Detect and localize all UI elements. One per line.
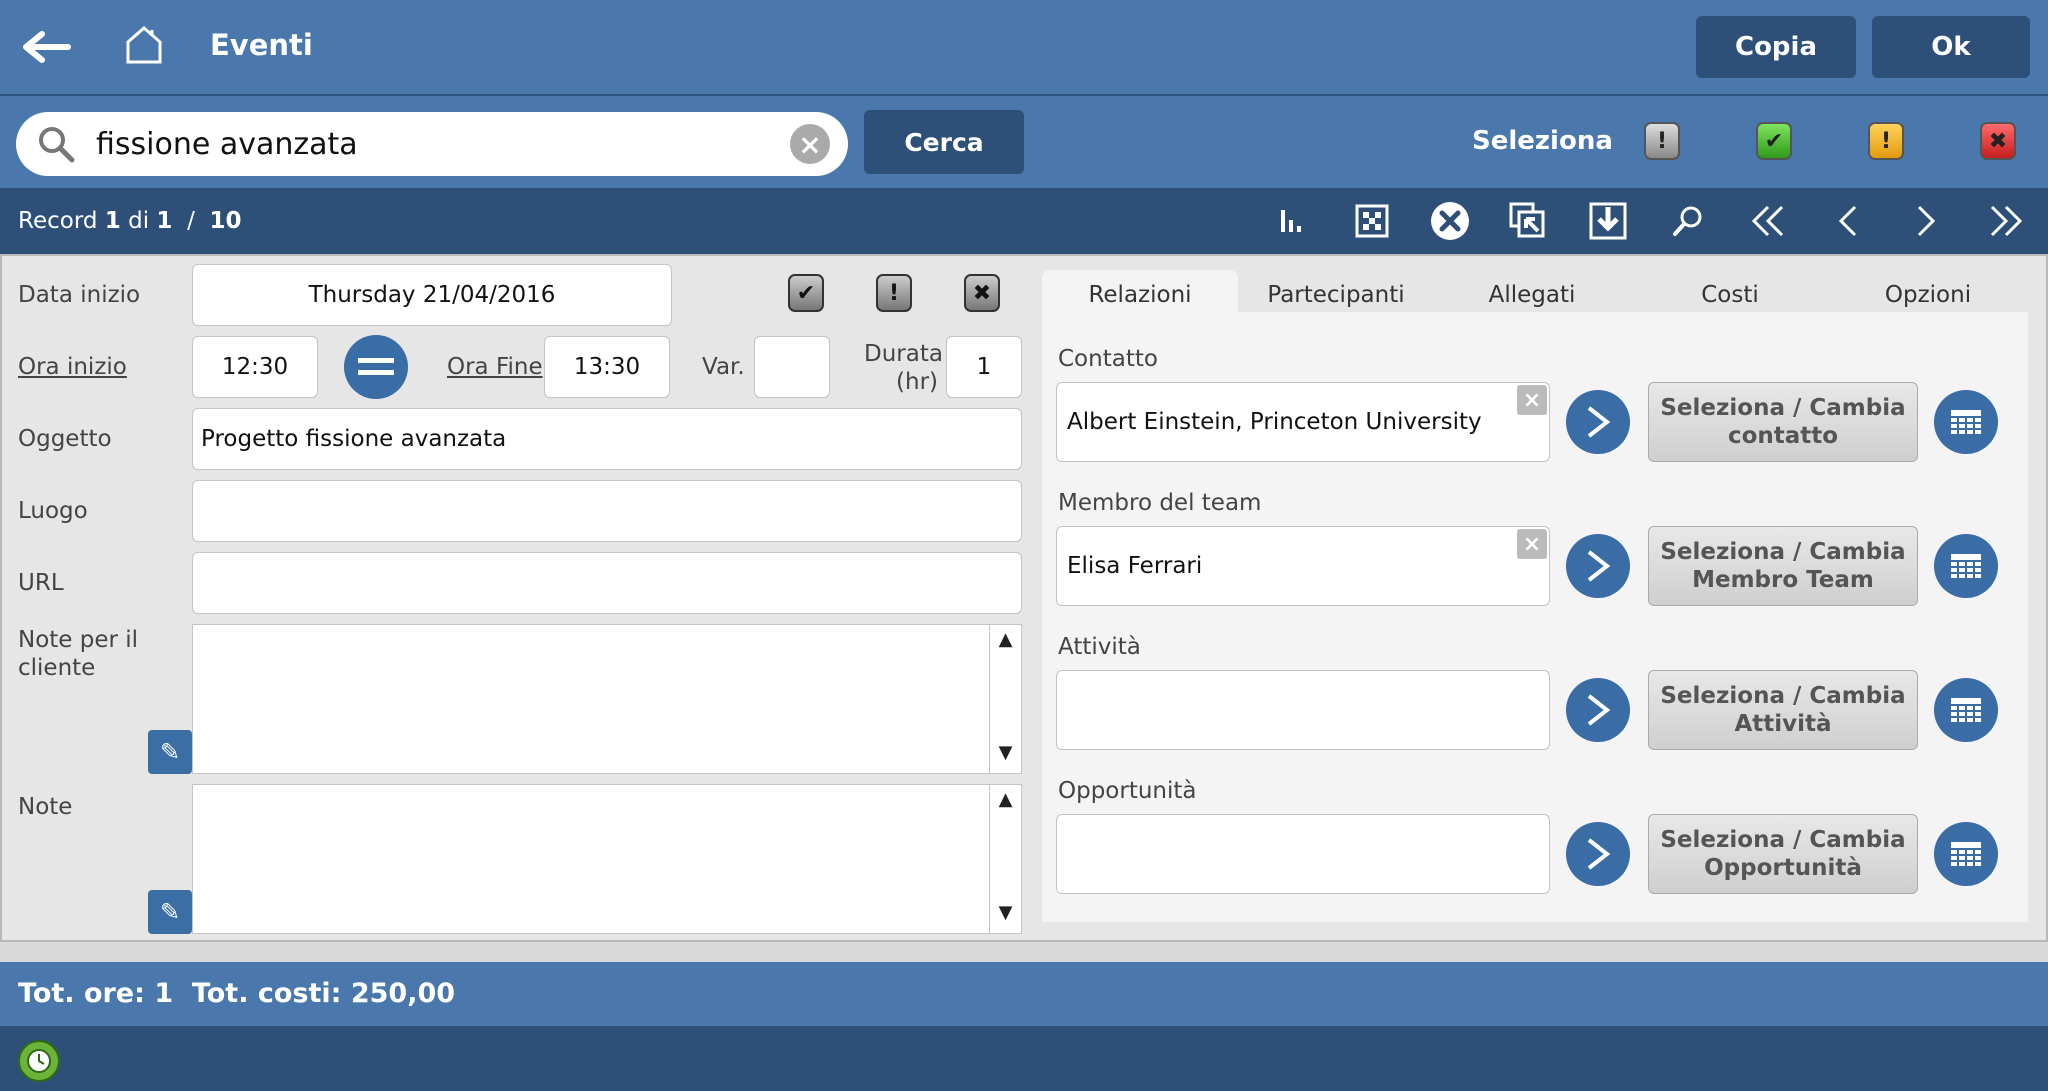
first-page-icon[interactable] xyxy=(1746,200,1790,242)
start-time-label[interactable]: Ora inizio xyxy=(18,354,127,380)
clear-search-icon[interactable]: × xyxy=(790,124,830,164)
select-label: Seleziona xyxy=(1472,126,1613,156)
select-opportunity-button[interactable]: Seleziona / Cambia Opportunità xyxy=(1648,814,1918,894)
select-team-member-button[interactable]: Seleziona / Cambia Membro Team xyxy=(1648,526,1918,606)
open-contact-button[interactable] xyxy=(1566,390,1630,454)
variation-label: Var. xyxy=(702,354,745,380)
start-date-field[interactable]: Thursday 21/04/2016 xyxy=(192,264,672,326)
duration-label: Durata (hr) xyxy=(864,341,943,395)
chart-icon[interactable] xyxy=(1270,200,1314,242)
activity-calendar-icon[interactable] xyxy=(1934,678,1998,742)
back-arrow-icon[interactable] xyxy=(22,24,72,70)
team-member-calendar-icon[interactable] xyxy=(1934,534,1998,598)
download-icon[interactable] xyxy=(1586,200,1630,242)
qr-code-icon[interactable] xyxy=(1350,200,1394,242)
filter-neutral-icon[interactable]: ! xyxy=(1644,122,1680,160)
search-record-icon[interactable] xyxy=(1666,200,1710,242)
status-warning-icon[interactable]: ! xyxy=(876,274,912,312)
notes-scrollbar[interactable]: ▲ ▼ xyxy=(989,785,1021,933)
totals-text: Tot. ore: 1 Tot. costi: 250,00 xyxy=(18,978,456,1009)
subject-field[interactable]: Progetto fissione avanzata xyxy=(192,408,1022,470)
edit-notes-icon[interactable]: ✎ xyxy=(148,890,192,934)
status-cancelled-icon[interactable]: ✖ xyxy=(964,274,1000,312)
url-label: URL xyxy=(18,570,64,596)
notes-label: Note xyxy=(18,794,73,820)
next-page-icon[interactable] xyxy=(1904,200,1948,242)
end-time-label[interactable]: Ora Fine xyxy=(447,354,543,380)
opportunity-field[interactable] xyxy=(1056,814,1550,894)
search-bar: × Cerca Seleziona ! ✔ ! ✖ xyxy=(0,96,2048,188)
filter-cancelled-icon[interactable]: ✖ xyxy=(1980,122,2016,160)
scroll-up-icon[interactable]: ▲ xyxy=(990,789,1021,810)
contact-value: Albert Einstein, Princeton University xyxy=(1067,409,1482,435)
client-notes-textarea[interactable]: ▲ ▼ xyxy=(192,624,1022,774)
end-time-field[interactable]: 13:30 xyxy=(544,336,670,398)
start-time-field[interactable]: 12:30 xyxy=(192,336,318,398)
clear-contact-icon[interactable]: × xyxy=(1517,385,1547,415)
opportunity-label: Opportunità xyxy=(1058,778,1197,804)
record-bar: Record 1 di 1 / 10 xyxy=(0,188,2048,254)
search-input[interactable] xyxy=(96,120,776,168)
search-icon xyxy=(36,124,76,164)
cancel-circle-icon[interactable] xyxy=(1428,200,1472,242)
scroll-down-icon[interactable]: ▼ xyxy=(990,742,1021,763)
edit-client-notes-icon[interactable]: ✎ xyxy=(148,730,192,774)
filter-warning-icon[interactable]: ! xyxy=(1868,122,1904,160)
page-title: Eventi xyxy=(210,28,313,62)
clock-icon[interactable] xyxy=(18,1040,60,1082)
team-member-label: Membro del team xyxy=(1058,490,1262,516)
top-bar: Eventi Copia Ok xyxy=(0,0,2048,96)
equals-icon[interactable] xyxy=(344,335,408,399)
location-label: Luogo xyxy=(18,498,88,524)
contact-calendar-icon[interactable] xyxy=(1934,390,1998,454)
record-counter: Record 1 di 1 / 10 xyxy=(18,208,242,234)
scroll-up-icon[interactable]: ▲ xyxy=(990,629,1021,650)
activity-field[interactable] xyxy=(1056,670,1550,750)
select-window-icon[interactable] xyxy=(1506,200,1550,242)
client-notes-label: Note per il cliente xyxy=(18,627,139,681)
url-field[interactable] xyxy=(192,552,1022,614)
start-date-label: Data inizio xyxy=(18,282,141,308)
activity-label: Attività xyxy=(1058,634,1141,660)
filter-done-icon[interactable]: ✔ xyxy=(1756,122,1792,160)
select-activity-button[interactable]: Seleziona / Cambia Attività xyxy=(1648,670,1918,750)
open-opportunity-button[interactable] xyxy=(1566,822,1630,886)
bottom-bar xyxy=(0,1026,2048,1091)
location-field[interactable] xyxy=(192,480,1022,542)
totals-bar: Tot. ore: 1 Tot. costi: 250,00 xyxy=(0,962,2048,1026)
ok-button[interactable]: Ok xyxy=(1872,16,2030,78)
copy-button[interactable]: Copia xyxy=(1696,16,1856,78)
select-contact-button[interactable]: Seleziona / Cambia contatto xyxy=(1648,382,1918,462)
contact-label: Contatto xyxy=(1058,346,1158,372)
duration-field[interactable]: 1 xyxy=(946,336,1022,398)
last-page-icon[interactable] xyxy=(1984,200,2028,242)
team-member-value: Elisa Ferrari xyxy=(1067,553,1203,579)
contact-field[interactable]: Albert Einstein, Princeton University × xyxy=(1056,382,1550,462)
clear-team-member-icon[interactable]: × xyxy=(1517,529,1547,559)
open-activity-button[interactable] xyxy=(1566,678,1630,742)
previous-page-icon[interactable] xyxy=(1826,200,1870,242)
scroll-down-icon[interactable]: ▼ xyxy=(990,902,1021,923)
notes-textarea[interactable]: ▲ ▼ xyxy=(192,784,1022,934)
opportunity-calendar-icon[interactable] xyxy=(1934,822,1998,886)
client-notes-scrollbar[interactable]: ▲ ▼ xyxy=(989,625,1021,773)
open-team-member-button[interactable] xyxy=(1566,534,1630,598)
home-icon[interactable] xyxy=(124,24,164,66)
status-done-icon[interactable]: ✔ xyxy=(788,274,824,312)
team-member-field[interactable]: Elisa Ferrari × xyxy=(1056,526,1550,606)
search-button[interactable]: Cerca xyxy=(864,110,1024,174)
search-box: × xyxy=(16,112,848,176)
subject-label: Oggetto xyxy=(18,426,112,452)
variation-field[interactable] xyxy=(754,336,830,398)
